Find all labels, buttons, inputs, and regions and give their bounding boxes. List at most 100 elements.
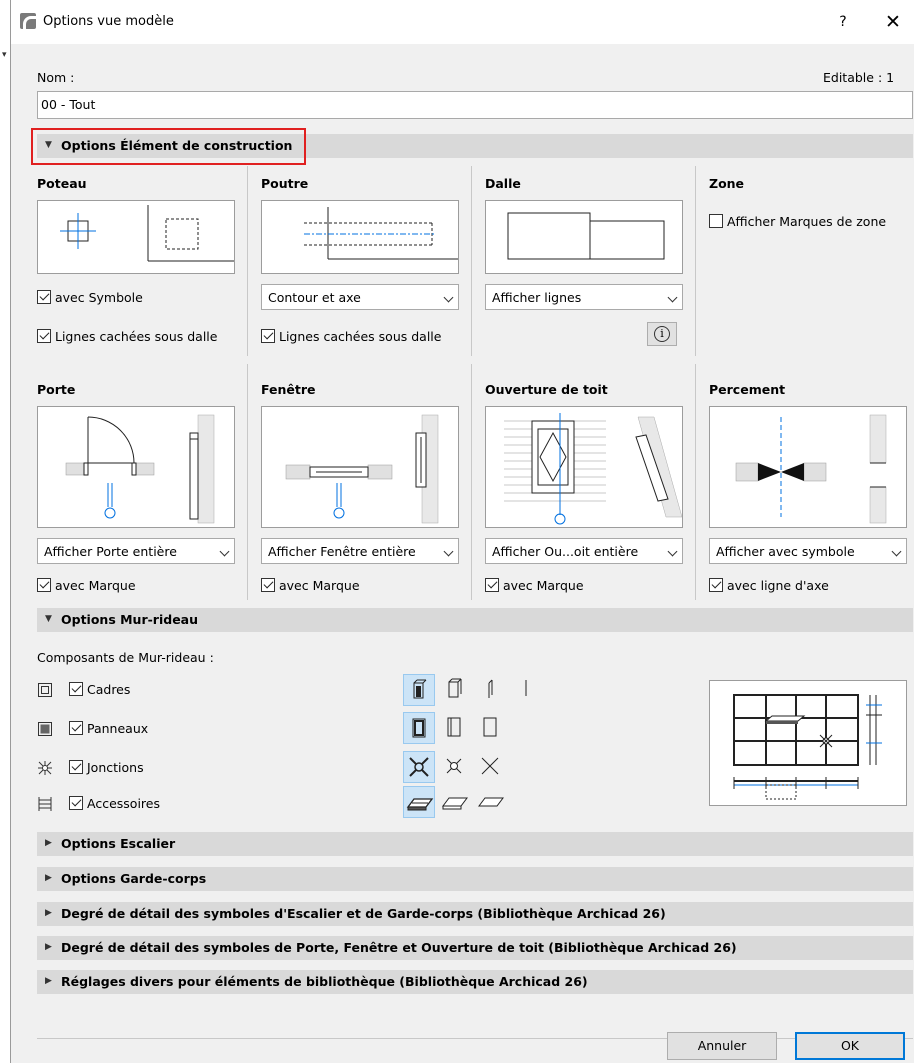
symbol-checkbox[interactable] (37, 290, 51, 304)
frame-mode-thin-button[interactable] (475, 674, 507, 706)
percement-axis-checkbox[interactable] (709, 578, 723, 592)
curtain-components-label: Composants de Mur-rideau : (37, 650, 214, 665)
ouverture-marker-label: avec Marque (503, 578, 584, 593)
collapsed-arrow-icon: ▶ (45, 942, 52, 952)
poteau-preview (37, 200, 235, 274)
frame-mode-line-button[interactable] (511, 674, 543, 706)
column-divider (695, 166, 696, 356)
panel-mode-simple-button[interactable] (475, 712, 507, 744)
poutre-hidden-lines-checkbox[interactable] (261, 329, 275, 343)
ouverture-marker-checkbox[interactable] (485, 578, 499, 592)
fenetre-marker-checkbox[interactable] (261, 578, 275, 592)
column-divider (695, 364, 696, 600)
expanded-arrow-icon: ▼ (45, 614, 52, 624)
help-button[interactable]: ? (831, 10, 855, 34)
fenetre-display-dropdown[interactable]: Afficher Fenêtre entière (261, 538, 459, 564)
accessories-checkbox[interactable] (69, 796, 83, 810)
section-misc-title: Réglages divers pour éléments de bibliot… (61, 974, 588, 989)
column-divider (247, 166, 248, 356)
zone-markers-label: Afficher Marques de zone (727, 214, 887, 229)
porte-marker-label: avec Marque (55, 578, 136, 593)
accessory-mode-full-button[interactable] (403, 786, 435, 818)
porte-marker-checkbox[interactable] (37, 578, 51, 592)
ouverture-preview (485, 406, 683, 528)
panels-checkbox[interactable] (69, 721, 83, 735)
ouverture-display-dropdown[interactable]: Afficher Ou...oit entière (485, 538, 683, 564)
porte-dropdown-value: Afficher Porte entière (44, 544, 177, 559)
name-field[interactable]: 00 - Tout (37, 91, 913, 119)
poutre-display-dropdown[interactable]: Contour et axe (261, 284, 459, 310)
junction-mode-full-button[interactable] (403, 751, 435, 783)
fenetre-preview (261, 406, 459, 528)
percement-axis-label: avec ligne d'axe (727, 578, 829, 593)
chevron-down-icon (219, 546, 230, 557)
junction-icon (38, 761, 52, 775)
poteau-hidden-lines-checkbox[interactable] (37, 329, 51, 343)
section-curtain-wall-header[interactable]: ▼ Options Mur-rideau (37, 608, 913, 632)
accessory-mode-simple-button[interactable] (475, 786, 507, 818)
chevron-down-icon (443, 546, 454, 557)
zone-title: Zone (709, 176, 745, 191)
panel-icon (38, 722, 52, 736)
curtain-wall-preview (709, 680, 907, 806)
junction-mode-outline-button[interactable] (439, 751, 471, 783)
highlight-box (31, 128, 306, 165)
section-stair-detail-header[interactable]: ▶ Degré de détail des symboles d'Escalie… (37, 902, 913, 926)
percement-dropdown-value: Afficher avec symbole (716, 544, 855, 559)
collapsed-arrow-icon: ▶ (45, 908, 52, 918)
frame-mode-full-button[interactable] (403, 674, 435, 706)
archicad-logo-icon (20, 13, 36, 29)
section-curtain-wall-title: Options Mur-rideau (61, 612, 199, 627)
section-stair-detail-title: Degré de détail des symboles d'Escalier … (61, 906, 666, 921)
fenetre-dropdown-value: Afficher Fenêtre entière (268, 544, 416, 559)
poteau-hidden-lines-label: Lignes cachées sous dalle (55, 329, 218, 344)
collapsed-arrow-icon: ▶ (45, 873, 52, 883)
frame-icon (38, 683, 52, 697)
ouverture-title: Ouverture de toit (485, 382, 608, 397)
window-title: Options vue modèle (43, 14, 174, 29)
close-button[interactable]: ✕ (879, 9, 907, 35)
symbol-checkbox-label: avec Symbole (55, 290, 143, 305)
junctions-checkbox[interactable] (69, 760, 83, 774)
accessory-icon (38, 797, 52, 811)
percement-title: Percement (709, 382, 786, 397)
accessory-mode-outline-button[interactable] (439, 786, 471, 818)
panel-mode-full-button[interactable] (403, 712, 435, 744)
porte-preview (37, 406, 235, 528)
poutre-title: Poutre (261, 176, 309, 191)
panels-label: Panneaux (87, 721, 149, 736)
zone-markers-checkbox[interactable] (709, 214, 723, 228)
footer-divider (37, 1038, 913, 1039)
fenetre-title: Fenêtre (261, 382, 316, 397)
frame-mode-outline-button[interactable] (439, 674, 471, 706)
section-door-detail-header[interactable]: ▶ Degré de détail des symboles de Porte,… (37, 936, 913, 960)
section-stair-header[interactable]: ▶ Options Escalier (37, 832, 913, 856)
ok-button[interactable]: OK (795, 1032, 905, 1060)
section-misc-header[interactable]: ▶ Réglages divers pour éléments de bibli… (37, 970, 913, 994)
poteau-title: Poteau (37, 176, 87, 191)
fenetre-marker-label: avec Marque (279, 578, 360, 593)
dalle-preview (485, 200, 683, 274)
poutre-preview (261, 200, 459, 274)
dalle-dropdown-value: Afficher lignes (492, 290, 582, 305)
info-button[interactable]: i (647, 322, 677, 346)
title-bar: Options vue modèle ? ✕ (11, 0, 914, 44)
section-railing-title: Options Garde-corps (61, 871, 207, 886)
poutre-hidden-lines-label: Lignes cachées sous dalle (279, 329, 442, 344)
section-door-detail-title: Degré de détail des symboles de Porte, F… (61, 940, 737, 955)
dalle-title: Dalle (485, 176, 521, 191)
junction-mode-simple-button[interactable] (475, 751, 507, 783)
dalle-display-dropdown[interactable]: Afficher lignes (485, 284, 683, 310)
cancel-button[interactable]: Annuler (667, 1032, 777, 1060)
porte-title: Porte (37, 382, 76, 397)
frames-checkbox[interactable] (69, 682, 83, 696)
column-divider (471, 364, 472, 600)
panel-mode-outline-button[interactable] (439, 712, 471, 744)
chevron-down-icon (891, 546, 902, 557)
column-divider (471, 166, 472, 356)
section-railing-header[interactable]: ▶ Options Garde-corps (37, 867, 913, 891)
collapsed-arrow-icon: ▶ (45, 976, 52, 986)
percement-display-dropdown[interactable]: Afficher avec symbole (709, 538, 907, 564)
editable-count: Editable : 1 (823, 70, 895, 85)
porte-display-dropdown[interactable]: Afficher Porte entière (37, 538, 235, 564)
